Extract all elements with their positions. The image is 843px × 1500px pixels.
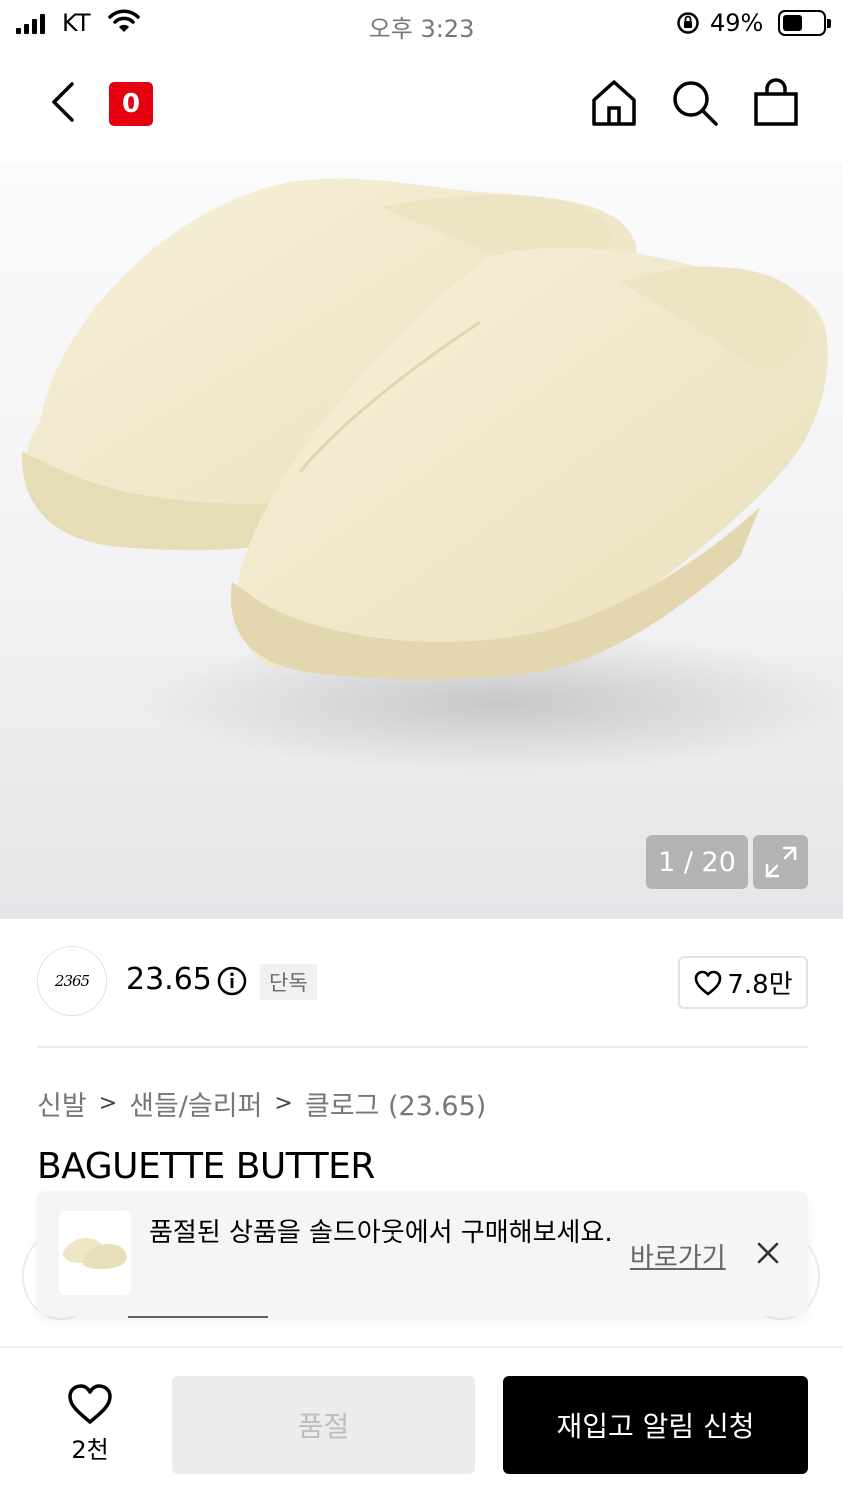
brand-like-count: 7.8만 — [727, 970, 793, 1000]
search-icon[interactable] — [670, 78, 720, 128]
heart-icon — [695, 970, 722, 995]
product-image — [21, 178, 843, 772]
divider — [37, 1046, 808, 1048]
restock-alert-button[interactable]: 재입고 알림 신청 — [503, 1376, 808, 1474]
cart-count-badge[interactable]: 0 — [109, 82, 153, 126]
product-title: BAGUETTE BUTTER — [37, 1146, 375, 1187]
breadcrumb-item[interactable]: 샌들/슬리퍼 — [129, 1084, 262, 1123]
heart-icon — [68, 1384, 112, 1424]
toast-message: 품절된 상품을 솔드아웃에서 구매해보세요. — [149, 1218, 613, 1248]
expand-icon — [765, 846, 796, 878]
brand-name[interactable]: 23.65 — [126, 962, 212, 997]
breadcrumb-item[interactable]: 신발 — [37, 1084, 87, 1123]
hidden-underline — [128, 1316, 268, 1318]
wish-count: 2천 — [71, 1436, 109, 1464]
brand-like-button[interactable]: 7.8만 — [678, 956, 808, 1009]
chevron-right-icon: > — [98, 1091, 118, 1116]
status-bar: KT 오후 3:23 49% — [0, 0, 843, 48]
soldout-button[interactable]: 품절 — [172, 1376, 475, 1474]
battery-percent: 49% — [710, 9, 764, 37]
bottom-action-bar: 2천 품절 재입고 알림 신청 — [0, 1346, 843, 1500]
toast-product-thumbnail — [59, 1211, 131, 1295]
home-icon[interactable] — [590, 78, 638, 128]
expand-button[interactable] — [753, 835, 808, 889]
breadcrumb-item[interactable]: 클로그 (23.65) — [305, 1084, 486, 1123]
image-counter: 1 / 20 — [646, 835, 748, 889]
chevron-right-icon: > — [274, 1091, 293, 1116]
product-image-carousel[interactable]: 1 / 20 — [0, 162, 843, 919]
wish-button[interactable]: 2천 — [60, 1382, 120, 1465]
battery-icon — [778, 10, 831, 36]
rotation-lock-icon — [677, 12, 699, 34]
exclusive-tag: 단독 — [260, 964, 317, 1000]
top-nav: 0 — [0, 48, 843, 162]
bag-icon[interactable] — [752, 78, 800, 128]
brand-logo[interactable]: 2365 — [37, 946, 107, 1016]
info-icon[interactable] — [217, 966, 247, 996]
toast-action-link[interactable]: 바로가기 — [630, 1237, 726, 1274]
close-icon[interactable] — [754, 1239, 782, 1267]
breadcrumb: 신발 > 샌들/슬리퍼 > 클로그 (23.65) — [37, 1084, 486, 1123]
soldout-toast: 품절된 상품을 솔드아웃에서 구매해보세요. 바로가기 — [37, 1191, 808, 1316]
back-icon[interactable] — [44, 80, 84, 124]
